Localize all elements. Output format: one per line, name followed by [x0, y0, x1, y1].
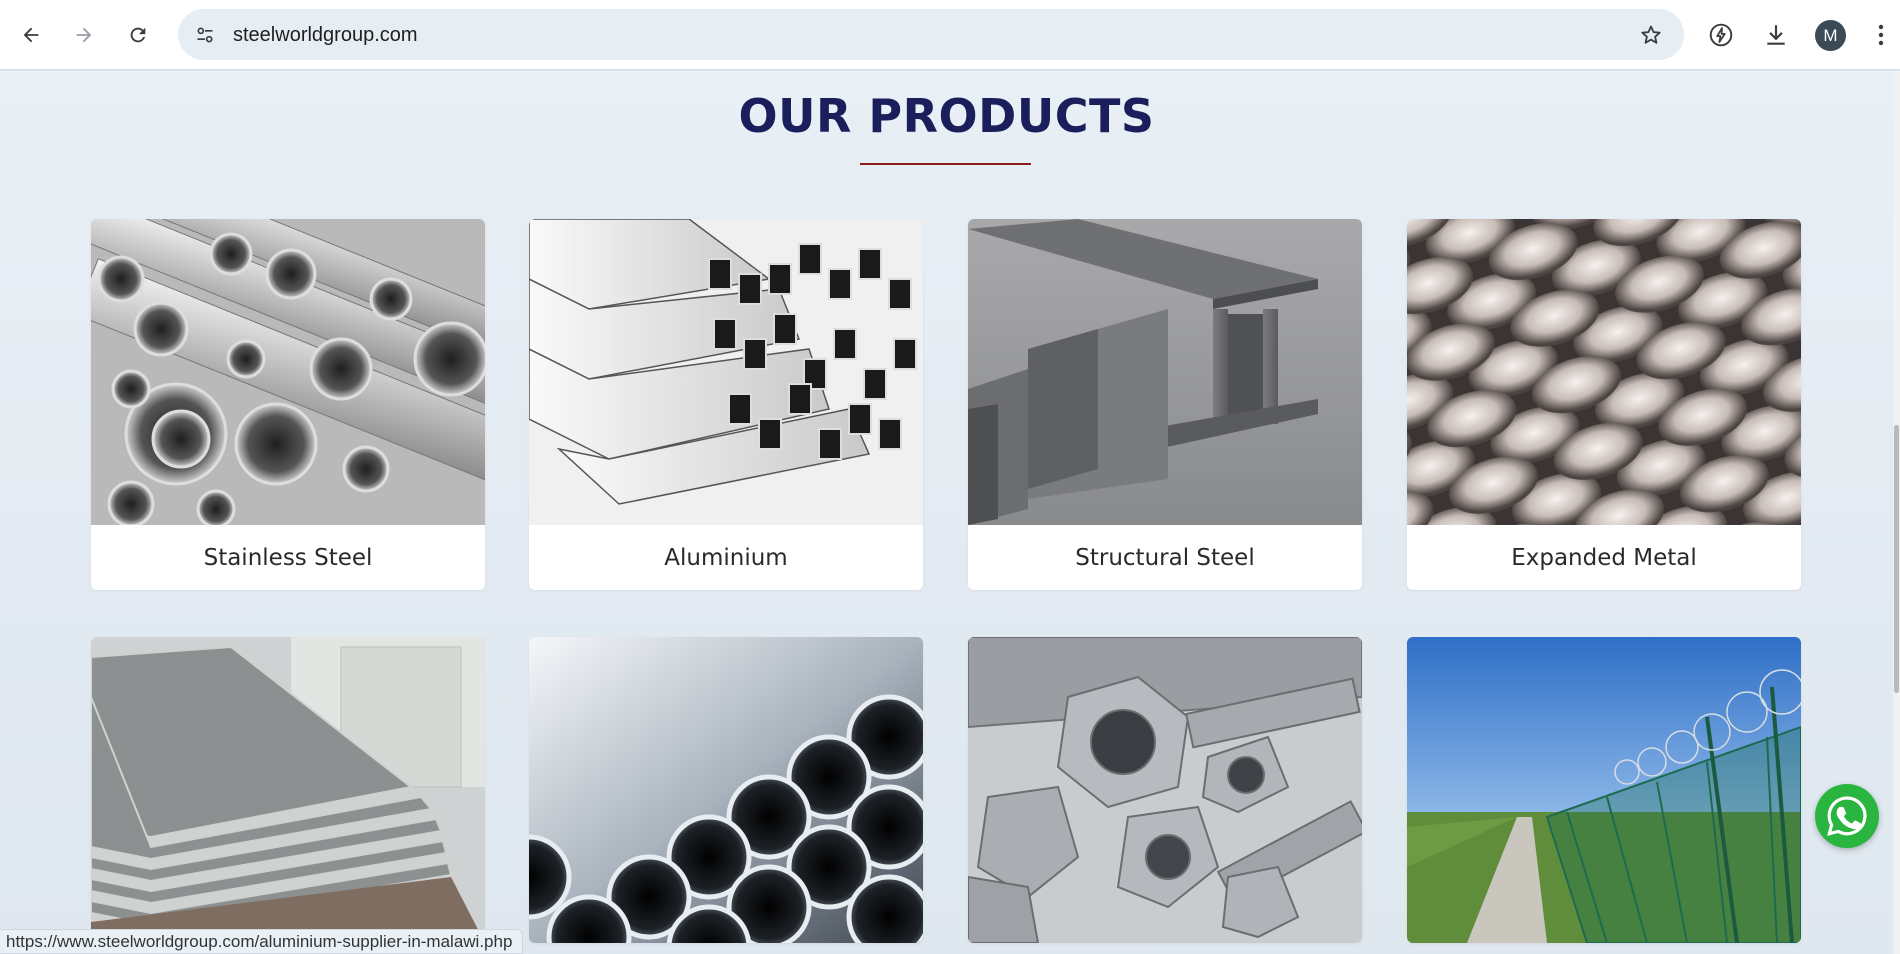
profile-avatar[interactable]: M: [1815, 20, 1846, 51]
address-bar[interactable]: steelworldgroup.com: [178, 9, 1684, 60]
product-label[interactable]: Aluminium: [529, 525, 923, 590]
link-status-bar: https://www.steelworldgroup.com/aluminiu…: [0, 929, 524, 954]
back-arrow-icon: [23, 27, 39, 43]
product-label[interactable]: Structural Steel: [968, 525, 1362, 590]
whatsapp-chat-button[interactable]: [1815, 784, 1879, 848]
section-title: OUR PRODUCTS: [738, 89, 1155, 143]
steel-tubes-image[interactable]: [529, 637, 923, 943]
forward-arrow-icon: [76, 27, 92, 43]
url-text[interactable]: steelworldgroup.com: [233, 24, 418, 47]
whatsapp-icon: [1827, 796, 1867, 836]
product-card-fencing[interactable]: [1407, 637, 1801, 943]
steel-sheets-image[interactable]: [91, 637, 485, 943]
product-card-bolts-nuts[interactable]: [968, 637, 1362, 943]
back-button[interactable]: [13, 17, 49, 53]
bolts-nuts-image[interactable]: [968, 637, 1362, 943]
download-icon: [1767, 25, 1785, 45]
tune-icon: [197, 27, 213, 43]
page-viewport: OUR PRODUCTS Stainless Steel Aluminium S…: [0, 71, 1893, 954]
reload-icon: [130, 27, 146, 43]
structural-steel-image[interactable]: [968, 219, 1362, 525]
bookmark-button[interactable]: [1638, 22, 1664, 48]
scrollbar-thumb[interactable]: [1894, 425, 1899, 693]
product-card-steel-sheets[interactable]: [91, 637, 485, 943]
product-card-structural-steel[interactable]: Structural Steel: [968, 219, 1362, 590]
browser-toolbar: steelworldgroup.com M: [0, 0, 1900, 70]
product-card-steel-tubes[interactable]: [529, 637, 923, 943]
product-label[interactable]: Stainless Steel: [91, 525, 485, 590]
downloads-button[interactable]: [1758, 17, 1794, 53]
product-card-aluminium[interactable]: Aluminium: [529, 219, 923, 590]
site-info-button[interactable]: [192, 22, 218, 48]
expanded-metal-image[interactable]: [1407, 219, 1801, 525]
browser-menu-button[interactable]: [1866, 17, 1896, 53]
aluminium-image[interactable]: [529, 219, 923, 525]
stainless-steel-image[interactable]: [91, 219, 485, 525]
product-card-expanded-metal[interactable]: Expanded Metal: [1407, 219, 1801, 590]
fencing-image[interactable]: [1407, 637, 1801, 943]
forward-button[interactable]: [66, 17, 102, 53]
lightning-icon: [1709, 23, 1733, 47]
product-label[interactable]: Expanded Metal: [1407, 525, 1801, 590]
page-scrollbar[interactable]: [1893, 71, 1900, 954]
kebab-menu-icon: [1878, 24, 1884, 46]
product-card-stainless-steel[interactable]: Stainless Steel: [91, 219, 485, 590]
star-icon: [1641, 25, 1661, 44]
reload-button[interactable]: [120, 17, 156, 53]
title-underline: [860, 163, 1031, 165]
extension-button[interactable]: [1703, 17, 1739, 53]
